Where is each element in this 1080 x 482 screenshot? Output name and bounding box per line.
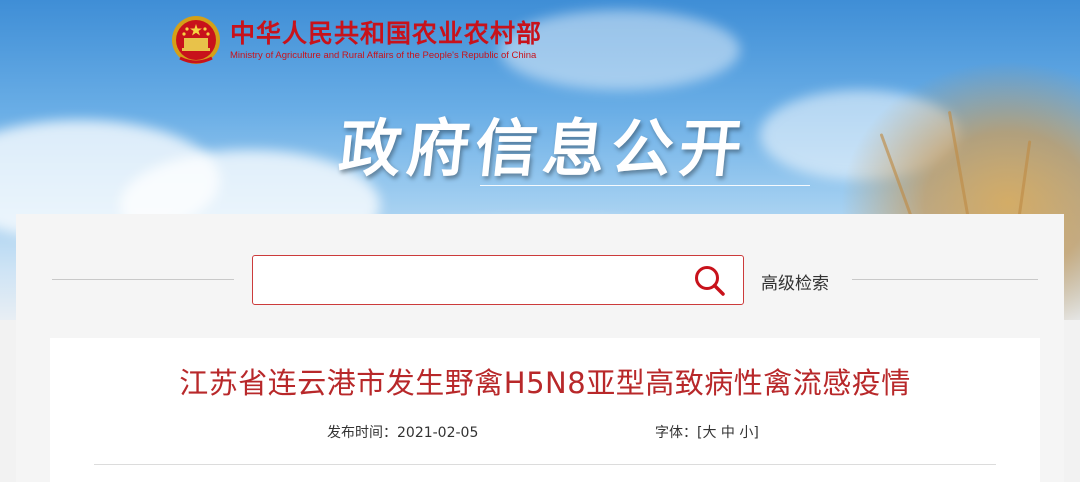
title-underline (480, 185, 810, 186)
article-divider (94, 464, 996, 465)
article-card: 江苏省连云港市发生野禽H5N8亚型高致病性禽流感疫情 发布时间：2021-02-… (50, 338, 1040, 482)
section-title: 政府信息公开 (335, 112, 752, 185)
font-size-medium[interactable]: 中 (721, 425, 735, 441)
article-title: 江苏省连云港市发生野禽H5N8亚型高致病性禽流感疫情 (179, 366, 911, 400)
search-icon[interactable] (693, 264, 727, 298)
font-size-large[interactable]: 大 (702, 425, 716, 441)
divider-left (52, 279, 234, 280)
publish-date-value: 2021-02-05 (397, 425, 479, 441)
ministry-name-en: Ministry of Agriculture and Rural Affair… (230, 49, 537, 61)
publish-date-label: 发布时间： (327, 425, 397, 441)
ministry-logo[interactable]: 中华人民共和国农业农村部 Ministry of Agriculture and… (170, 14, 542, 66)
divider-right (852, 279, 1038, 280)
publish-date: 发布时间：2021-02-05 (327, 422, 478, 442)
advanced-search-link[interactable]: 高级检索 (761, 269, 829, 294)
font-size-controls: 字体：[大 中 小] (655, 425, 759, 441)
ministry-name-cn: 中华人民共和国农业农村部 (230, 18, 543, 48)
national-emblem-icon (172, 16, 220, 64)
font-size-small[interactable]: 小 (739, 425, 753, 441)
font-size-label: 字体： (655, 425, 697, 441)
search-input[interactable] (252, 255, 744, 305)
